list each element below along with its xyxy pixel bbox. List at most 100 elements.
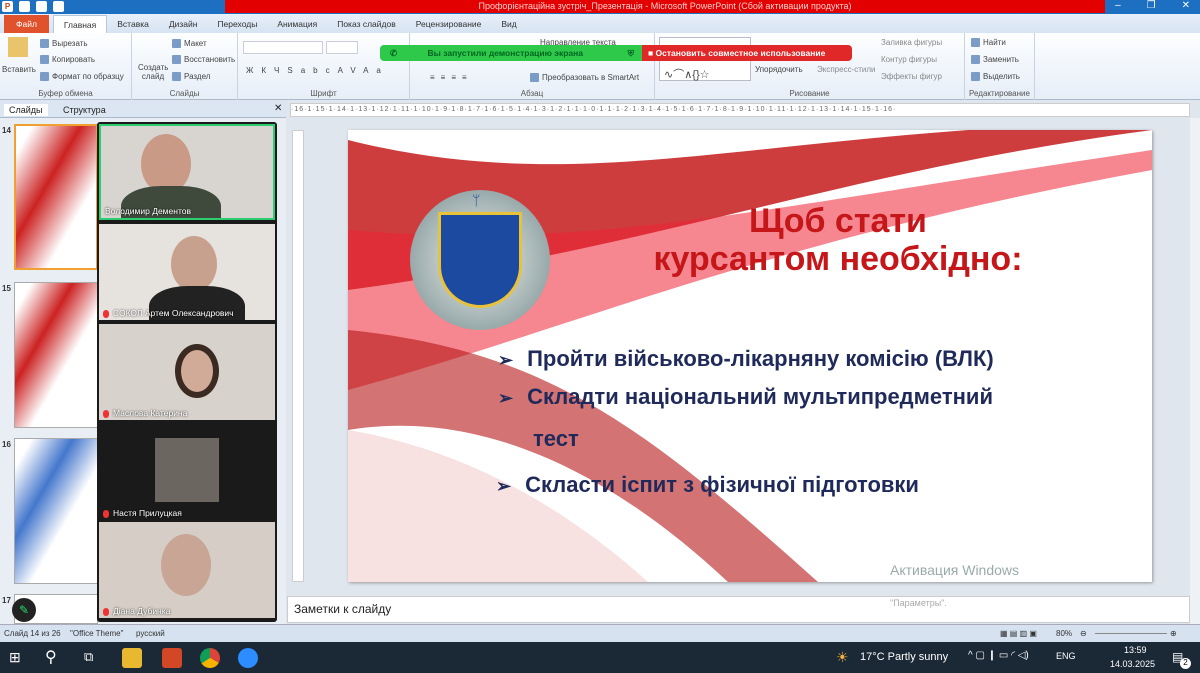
reset-icon [172, 55, 181, 65]
slide-number: 14 [2, 126, 11, 135]
video-tile[interactable]: Діана Дубинка [99, 522, 275, 618]
arrow-bullet-icon: ➢ [496, 476, 512, 496]
tab-animation[interactable]: Анимация [267, 15, 327, 33]
taskbar: ⊞ ⚲ ⧉ ☀ 17°C Partly sunny ^ ▢ ❙ ▭ ◜ ◁) E… [0, 642, 1200, 673]
replace-icon [971, 55, 980, 65]
format-painter-button[interactable]: Формат по образцу [40, 72, 124, 82]
smartart-button[interactable]: Преобразовать в SmartArt [530, 73, 639, 83]
quick-access-toolbar: P [2, 1, 64, 12]
find-button[interactable]: Найти [971, 38, 1006, 48]
video-tile[interactable]: СОКОЛ Артем Олександрович [99, 224, 275, 320]
tray-icons[interactable]: ^ ▢ ❙ ▭ ◜ ◁) [968, 650, 1029, 661]
tab-home[interactable]: Главная [52, 15, 108, 33]
slide-thumbnail[interactable] [14, 438, 98, 584]
slide-thumbnail[interactable] [14, 282, 98, 428]
window-title: Профорієнтаційна зустріч_Презентація - M… [225, 0, 1105, 13]
powerpoint-icon: P [2, 1, 13, 12]
input-language[interactable]: ENG [1056, 651, 1076, 661]
undo-icon[interactable] [36, 1, 47, 12]
horizontal-ruler: ·16·1·15·1·14·1·13·1·12·1·11·1·10·1·9·1·… [290, 103, 1190, 117]
zoom-slider[interactable] [1095, 633, 1167, 634]
maximize-button[interactable]: ❐ [1147, 0, 1156, 11]
drawing-group: ∿⌒∧{}☆ Упорядочить Экспресс-стили Заливк… [655, 33, 965, 100]
powerpoint-taskbar-icon[interactable] [162, 648, 182, 668]
arrow-bullet-icon: ➢ [498, 388, 514, 408]
windows-start-icon[interactable]: ⊞ [9, 649, 21, 666]
zoom-icon[interactable] [238, 648, 258, 668]
slide-canvas[interactable]: ᛘ Щоб стати курсантом необхідно: ➢ Пройти … [348, 130, 1152, 582]
tab-view[interactable]: Вид [491, 15, 526, 33]
section-button[interactable]: Раздел [172, 72, 210, 82]
slide-counter: Слайд 14 из 26 [4, 629, 61, 638]
video-tile[interactable]: Маслова Катерина [99, 324, 275, 420]
slide-number: 17 [2, 596, 11, 605]
copy-icon [40, 55, 49, 65]
screen-share-banner: ✆ Вы запустили демонстрацию экрана ⛨ [380, 45, 642, 61]
chrome-icon[interactable] [200, 648, 220, 668]
reset-button[interactable]: Восстановить [172, 55, 235, 65]
view-buttons[interactable]: ▦ ▤ ▥ ▣ [1000, 625, 1037, 643]
activation-watermark-sub: "Параметры". [890, 598, 947, 608]
clock-date[interactable]: 14.03.2025 [1110, 659, 1155, 669]
file-explorer-icon[interactable] [122, 648, 142, 668]
tab-insert[interactable]: Вставка [107, 15, 159, 33]
theme-name: "Office Theme" [70, 629, 124, 638]
slide-title: Щоб стати курсантом необхідно: [653, 202, 1023, 278]
font-size-select[interactable] [326, 41, 358, 54]
stop-sharing-button[interactable]: ■ Остановить совместное использование [642, 45, 852, 61]
close-button[interactable]: ✕ [1182, 0, 1190, 11]
section-icon [172, 72, 181, 82]
participant-name: Діана Дубинка [103, 606, 170, 616]
smartart-icon [530, 73, 539, 83]
language[interactable]: русский [136, 625, 165, 643]
font-name-select[interactable] [243, 41, 323, 54]
tab-slides[interactable]: Слайды [4, 104, 48, 116]
cut-button[interactable]: Вырезать [40, 39, 88, 49]
shape-fill-button[interactable]: Заливка фигуры [881, 38, 942, 47]
align-buttons[interactable]: ≡≡≡≡ [430, 73, 473, 82]
weather-text[interactable]: 17°C Partly sunny [860, 651, 948, 663]
redo-icon[interactable] [53, 1, 64, 12]
zoom-level[interactable]: 80% [1056, 625, 1072, 643]
save-icon[interactable] [19, 1, 30, 12]
minimize-button[interactable]: – [1115, 0, 1121, 11]
shape-effects-button[interactable]: Эффекты фигур [881, 72, 942, 81]
bullet-item: ➢ Складти національний мультипредметний [498, 384, 993, 409]
font-format-buttons[interactable]: ЖКЧSabcAVAa [246, 66, 389, 75]
tab-design[interactable]: Дизайн [159, 15, 208, 33]
close-panel-icon[interactable]: ✕ [274, 103, 282, 114]
video-tile[interactable]: Настя Прилуцкая [99, 424, 275, 520]
task-view-icon[interactable]: ⧉ [84, 649, 93, 665]
tab-transitions[interactable]: Переходы [207, 15, 267, 33]
bullet-item-continuation: тест [533, 426, 579, 451]
replace-button[interactable]: Заменить [971, 55, 1019, 65]
mic-muted-icon [103, 309, 109, 318]
tab-review[interactable]: Рецензирование [406, 15, 492, 33]
tab-file[interactable]: Файл [4, 15, 49, 33]
participant-video [155, 438, 219, 502]
clock-time[interactable]: 13:59 [1124, 645, 1147, 655]
group-label: Абзац [520, 89, 544, 98]
annotate-pen-icon[interactable]: ✎ [12, 598, 36, 622]
copy-button[interactable]: Копировать [40, 55, 95, 65]
shape-outline-button[interactable]: Контур фигуры [881, 55, 937, 64]
vertical-scrollbar[interactable] [1190, 118, 1200, 624]
paste-button[interactable]: Вставить [2, 65, 36, 74]
phone-icon: ✆ [390, 48, 398, 58]
notes-field[interactable]: Заметки к слайду [287, 596, 1190, 623]
participant-video [141, 134, 191, 194]
panel-tabs: Слайды Структура ✕ [0, 101, 286, 118]
zoom-in-button[interactable]: ⊕ [1170, 625, 1177, 643]
quick-styles-button[interactable]: Экспресс-стили [817, 65, 876, 74]
zoom-out-button[interactable]: ⊖ [1080, 625, 1087, 643]
tab-slideshow[interactable]: Показ слайдов [327, 15, 406, 33]
video-tile[interactable]: Володимир Дементов [99, 124, 275, 220]
slide-thumbnail[interactable] [14, 124, 98, 270]
new-slide-button[interactable]: Создать слайд [138, 63, 168, 81]
select-button[interactable]: Выделить [971, 72, 1020, 82]
search-icon[interactable]: ⚲ [45, 647, 57, 667]
layout-button[interactable]: Макет [172, 39, 207, 49]
tab-outline[interactable]: Структура [58, 104, 111, 116]
notification-count: 2 [1180, 658, 1191, 669]
arrange-button[interactable]: Упорядочить [755, 65, 803, 74]
